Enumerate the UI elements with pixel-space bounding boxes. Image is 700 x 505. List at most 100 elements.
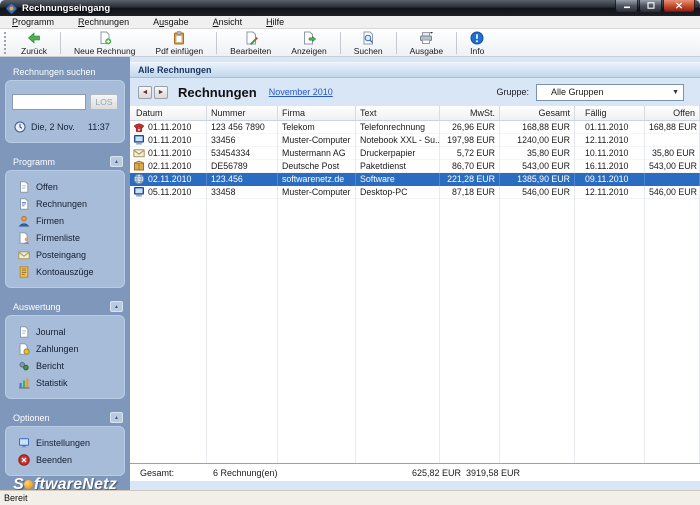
cell-text: 01.11.2010 bbox=[148, 134, 192, 145]
cell-firma: Muster-Computer bbox=[278, 133, 356, 147]
minimize-button[interactable] bbox=[615, 0, 638, 12]
sidebar-item-offen[interactable]: Offen bbox=[12, 178, 118, 195]
table-row[interactable]: 02.11.2010 123.456 softwarenetz.de Software… bbox=[130, 172, 700, 186]
cell-faellig: 01.11.2010 bbox=[575, 120, 645, 134]
collapse-button[interactable]: ▲ bbox=[110, 156, 123, 167]
cell-offen: 168,88 EUR bbox=[645, 120, 700, 134]
invoice-table: Datum Nummer Firma Text MwSt. Gesamt Fäl… bbox=[130, 106, 700, 481]
cell-text: 01.11.2010 bbox=[148, 121, 192, 132]
table-row[interactable]: 01.11.2010 53454334 Mustermann AG Druckerpa… bbox=[130, 146, 700, 160]
info-button[interactable]: Info bbox=[460, 29, 494, 56]
sidebar-item-journal[interactable]: Journal bbox=[12, 323, 118, 340]
new-document-icon bbox=[98, 31, 112, 45]
toolbar: Zurück Neue Rechnung Pdf einfügen Bearbeite… bbox=[0, 29, 700, 57]
column-header-text[interactable]: Text bbox=[356, 106, 440, 120]
cell-text: Software bbox=[356, 172, 440, 186]
sidebar-item-einstellungen[interactable]: Einstellungen bbox=[12, 434, 118, 451]
cell-text: 01.11.2010 bbox=[148, 147, 192, 158]
sidebar-item-label: Firmenliste bbox=[36, 232, 81, 243]
menu-item-rechnungen[interactable]: Rechnungen bbox=[66, 16, 141, 29]
sidebar-item-firmen[interactable]: Firmen bbox=[12, 212, 118, 229]
softwarenetz-logo: SftwareNetz bbox=[0, 476, 130, 490]
table-row[interactable]: 05.11.2010 33458 Muster-Computer Desktop-PC… bbox=[130, 185, 700, 199]
collapse-button[interactable]: ▲ bbox=[110, 412, 123, 423]
panel-auswertung: Journal Zahlungen Bericht Statistik bbox=[5, 315, 125, 399]
sidebar-item-rechnungen[interactable]: Rechnungen bbox=[12, 195, 118, 212]
column-header-firma[interactable]: Firma bbox=[278, 106, 356, 120]
page-title: Rechnungen bbox=[178, 84, 257, 100]
toolbar-grip-handle[interactable] bbox=[4, 31, 6, 54]
pdf-einfuegen-button[interactable]: Pdf einfügen bbox=[145, 29, 213, 56]
table-row[interactable]: 01.11.2010 33456 Muster-Computer Notebook X… bbox=[130, 133, 700, 147]
next-month-button[interactable]: ► bbox=[154, 85, 168, 99]
menu-item-programm[interactable]: Programm bbox=[0, 16, 66, 29]
menu-item-ausgabe[interactable]: Ausgabe bbox=[141, 16, 201, 29]
cell-text: 02.11.2010 bbox=[148, 173, 192, 184]
search-document-icon bbox=[361, 31, 375, 45]
info-icon bbox=[470, 31, 484, 45]
anzeigen-button[interactable]: Anzeigen bbox=[281, 29, 336, 56]
report-icon bbox=[18, 360, 30, 372]
table-footer: Gesamt: 6 Rechnung(en) 625,82 EUR 3919,5… bbox=[130, 463, 700, 481]
column-header-gesamt[interactable]: Gesamt bbox=[500, 106, 575, 120]
bearbeiten-button[interactable]: Bearbeiten bbox=[220, 29, 281, 56]
cell-gesamt: 546,00 EUR bbox=[500, 185, 575, 199]
footer-total-label: Gesamt: bbox=[140, 467, 175, 478]
sidebar-item-firmenliste[interactable]: Firmenliste bbox=[12, 229, 118, 246]
zurueck-button[interactable]: Zurück bbox=[11, 29, 57, 56]
panel-optionen: Einstellungen Beenden bbox=[5, 426, 125, 476]
ausgabe-button[interactable]: Ausgabe bbox=[400, 29, 454, 56]
payments-icon bbox=[18, 342, 30, 355]
search-input[interactable] bbox=[12, 94, 86, 110]
menu-item-ansicht[interactable]: Ansicht bbox=[201, 16, 255, 29]
sidebar-item-bericht[interactable]: Bericht bbox=[12, 357, 118, 374]
toolbar-button-label: Bearbeiten bbox=[230, 45, 272, 56]
sidebar-item-statistik[interactable]: Statistik bbox=[12, 374, 118, 391]
neue-rechnung-button[interactable]: Neue Rechnung bbox=[64, 29, 145, 56]
table-row[interactable]: 01.11.2010 123 456 7890 Telekom Telefonrech… bbox=[130, 120, 700, 134]
status-text: Bereit bbox=[4, 493, 28, 503]
cell-datum: 05.11.2010 bbox=[130, 185, 207, 199]
table-row[interactable]: 02.11.2010 DE56789 Deutsche Post Paketdiens… bbox=[130, 159, 700, 173]
search-go-button[interactable]: LOS bbox=[90, 94, 118, 110]
cell-datum: 02.11.2010 bbox=[130, 172, 207, 186]
period-link[interactable]: November 2010 bbox=[269, 87, 333, 97]
sidebar-item-posteingang[interactable]: Posteingang bbox=[12, 246, 118, 263]
suchen-button[interactable]: Suchen bbox=[344, 29, 393, 56]
menu-item-hilfe[interactable]: Hilfe bbox=[254, 16, 296, 29]
toolbar-button-label: Pdf einfügen bbox=[155, 45, 204, 56]
maximize-button[interactable] bbox=[639, 0, 662, 12]
cell-text: Notebook XXL - Su... bbox=[356, 133, 440, 147]
cell-offen: 543,00 EUR bbox=[645, 159, 700, 173]
cell-offen bbox=[645, 172, 700, 186]
package-icon bbox=[133, 160, 145, 172]
group-dropdown[interactable]: Alle Gruppen ▼ bbox=[536, 83, 684, 101]
grid-column bbox=[575, 199, 645, 463]
toolbar-button-label: Neue Rechnung bbox=[73, 45, 136, 56]
column-header-nummer[interactable]: Nummer bbox=[207, 106, 278, 120]
cell-faellig: 09.11.2010 bbox=[575, 172, 645, 186]
cell-gesamt: 543,00 EUR bbox=[500, 159, 575, 173]
column-header-mwst[interactable]: MwSt. bbox=[440, 106, 500, 120]
chart-icon bbox=[18, 377, 30, 389]
cell-text: 02.11.2010 bbox=[148, 160, 192, 171]
cell-firma: Muster-Computer bbox=[278, 185, 356, 199]
column-header-faellig[interactable]: Fällig bbox=[575, 106, 645, 120]
previous-month-button[interactable]: ◄ bbox=[138, 85, 152, 99]
logo-dot-icon bbox=[24, 480, 34, 489]
cell-firma: Mustermann AG bbox=[278, 146, 356, 160]
sidebar-item-kontoauszuege[interactable]: Kontoauszüge bbox=[12, 263, 118, 280]
column-header-offen[interactable]: Offen bbox=[645, 106, 700, 120]
column-header-datum[interactable]: Datum bbox=[130, 106, 207, 120]
app-window: Rechnungseingang Programm Rechnungen Ausga… bbox=[0, 0, 700, 505]
cell-offen bbox=[645, 133, 700, 147]
view-header: Alle Rechnungen bbox=[130, 62, 700, 78]
cell-offen: 35,80 EUR bbox=[645, 146, 700, 160]
cell-text: 05.11.2010 bbox=[148, 186, 192, 197]
sidebar-item-beenden[interactable]: Beenden bbox=[12, 451, 118, 468]
collapse-button[interactable]: ▲ bbox=[110, 301, 123, 312]
close-button[interactable] bbox=[663, 0, 695, 12]
current-date: Die, 2 Nov. bbox=[31, 122, 75, 132]
sidebar-item-zahlungen[interactable]: Zahlungen bbox=[12, 340, 118, 357]
statement-icon bbox=[18, 265, 30, 278]
